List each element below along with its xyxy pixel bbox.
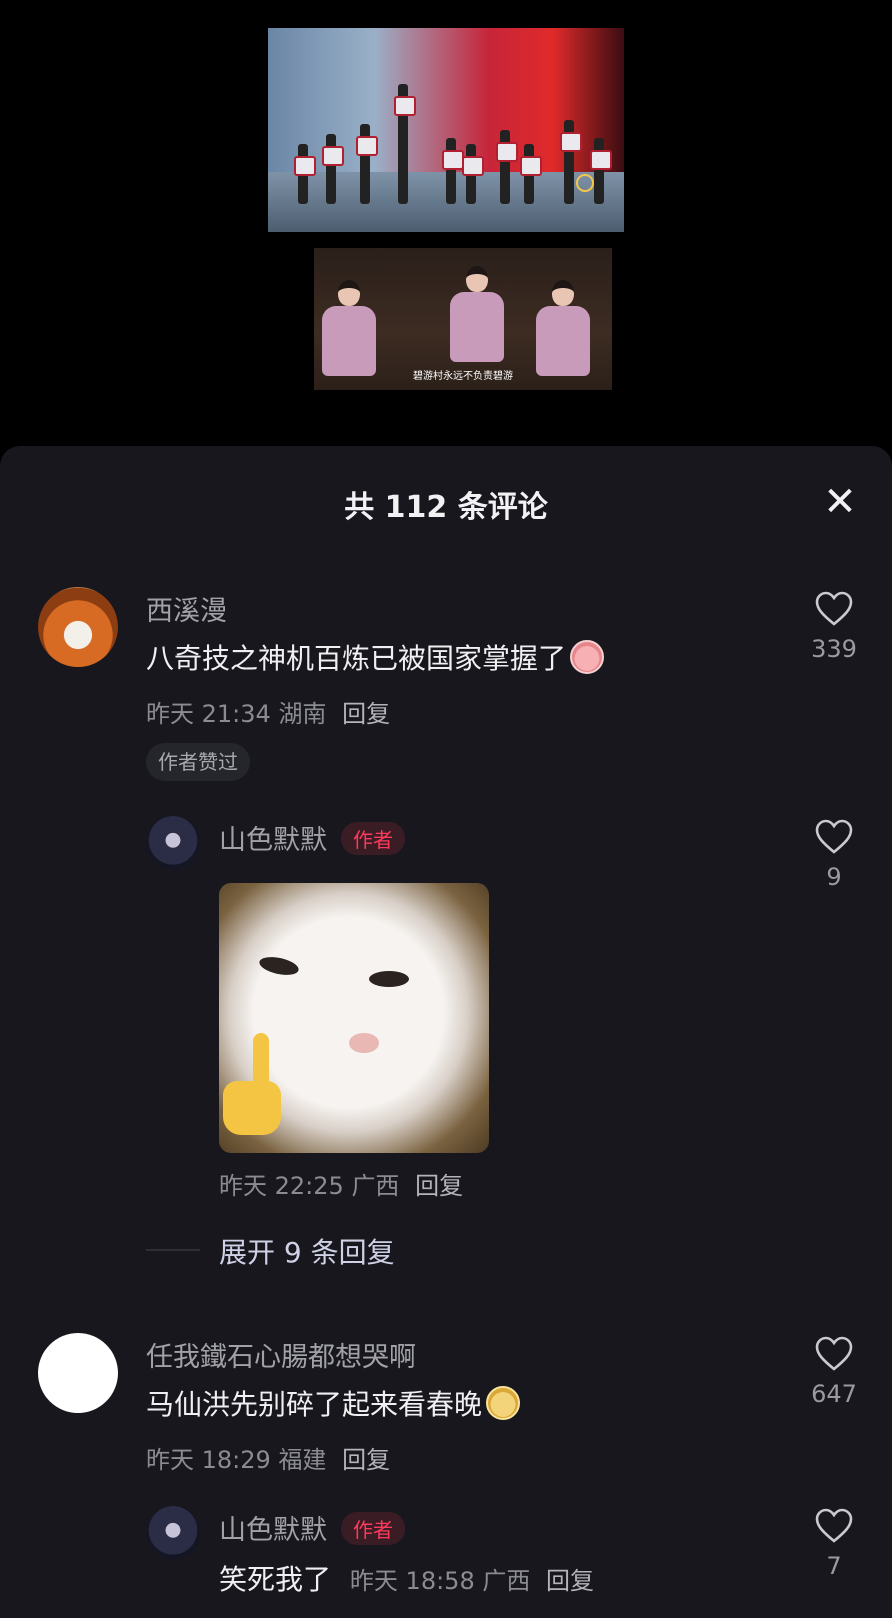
like-button[interactable]: 339 [799, 591, 869, 663]
comment-meta: 昨天 21:34 湖南 回复 [146, 700, 391, 728]
avatar[interactable] [38, 587, 118, 667]
author-liked-badge: 作者赞过 [146, 743, 250, 781]
avatar[interactable] [146, 816, 200, 870]
reply-username[interactable]: 山色默默 作者 [219, 1508, 405, 1548]
dog-face-emoji-icon [486, 1386, 521, 1420]
comments-sheet: 共 112 条评论 ✕ 西溪漫 八奇技之神机百炼已被国家掌握了 昨天 21:34… [0, 446, 892, 1618]
like-count: 339 [811, 635, 857, 663]
expand-replies-button[interactable]: 展开 9 条回复 [219, 1231, 395, 1271]
divider [146, 1249, 200, 1251]
video-player[interactable]: 碧游村永远不负责碧游 [0, 0, 892, 450]
video-frame-robots [268, 28, 624, 232]
reply-button[interactable]: 回复 [342, 1446, 390, 1474]
reply-meta: 昨天 18:58 广西 回复 [349, 1567, 594, 1595]
heart-icon [815, 1508, 853, 1543]
video-frame-dancers: 碧游村永远不负责碧游 [314, 248, 612, 390]
reply-button[interactable]: 回复 [546, 1567, 594, 1595]
reply-meta: 昨天 22:25 广西 回复 [219, 1172, 464, 1200]
avatar[interactable] [38, 1333, 118, 1413]
comments-title: 共 112 条评论 [344, 490, 548, 525]
reply-username[interactable]: 山色默默 作者 [219, 818, 405, 858]
comment-text: 马仙洪先别碎了起来看春晚 [146, 1383, 521, 1423]
reply-button[interactable]: 回复 [342, 700, 390, 728]
like-button[interactable]: 647 [799, 1336, 869, 1408]
reply-text-line: 笑死我了 昨天 18:58 广西 回复 [219, 1563, 594, 1596]
like-count: 9 [826, 863, 842, 891]
video-subtitle: 碧游村永远不负责碧游 [413, 371, 513, 382]
comment-username[interactable]: 西溪漫 [146, 589, 227, 628]
reply-button[interactable]: 回复 [415, 1172, 463, 1200]
like-count: 647 [811, 1380, 857, 1408]
avatar[interactable] [146, 1506, 200, 1560]
comment-meta: 昨天 18:29 福建 回复 [146, 1446, 391, 1474]
heart-icon [815, 1336, 853, 1371]
heart-icon [815, 591, 853, 626]
like-button[interactable]: 7 [799, 1508, 869, 1580]
pig-face-emoji-icon [570, 640, 605, 674]
cat-finger-sticker[interactable] [219, 883, 489, 1153]
author-badge: 作者 [341, 822, 405, 855]
close-icon[interactable]: ✕ [818, 480, 862, 524]
heart-icon [815, 819, 853, 854]
author-badge: 作者 [341, 1512, 405, 1545]
pointing-finger-icon [223, 1033, 281, 1143]
channel-logo-icon [576, 174, 594, 192]
like-button[interactable]: 9 [799, 819, 869, 891]
comment-text: 八奇技之神机百炼已被国家掌握了 [146, 637, 605, 677]
like-count: 7 [826, 1552, 842, 1580]
comment-username[interactable]: 任我鐵石心腸都想哭啊 [146, 1335, 416, 1374]
